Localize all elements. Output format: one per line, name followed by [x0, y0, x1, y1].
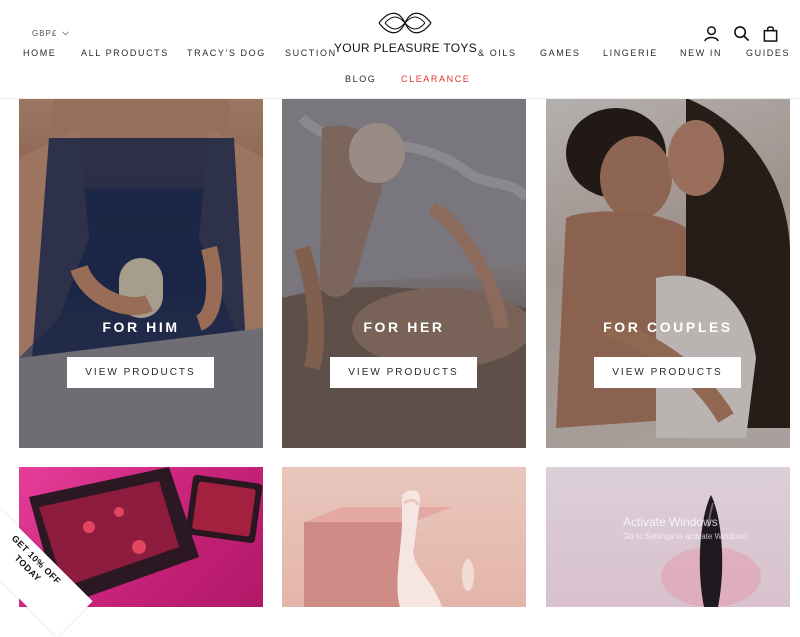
- category-tile-for-couples[interactable]: FOR COUPLES VIEW PRODUCTS: [546, 98, 790, 448]
- nav-lingerie[interactable]: LINGERIE: [603, 48, 658, 58]
- nav-guides[interactable]: GUIDES: [746, 48, 790, 58]
- main-nav: HOME ALL PRODUCTS TRACY'S DOG SUCTION & …: [0, 48, 800, 62]
- tile-overlay: [546, 98, 790, 448]
- category-tile-toys[interactable]: [282, 467, 526, 607]
- chevron-down-icon: [62, 31, 70, 36]
- nav-oils[interactable]: & OILS: [478, 48, 517, 58]
- search-icon[interactable]: [733, 25, 750, 42]
- category-tile-bullets[interactable]: Activate Windows Go to Settings to activ…: [546, 467, 790, 607]
- tile-title: FOR COUPLES: [603, 319, 733, 335]
- nav-tracys-dog[interactable]: TRACY'S DOG: [187, 48, 266, 58]
- tile-overlay: [282, 98, 526, 448]
- tile-title: FOR HER: [363, 319, 445, 335]
- currency-selector[interactable]: GBP£: [32, 29, 70, 38]
- nav-new-in[interactable]: NEW IN: [680, 48, 722, 58]
- logo-mark-icon: [378, 12, 432, 34]
- nav-all-products[interactable]: ALL PRODUCTS: [81, 48, 169, 58]
- nav-games[interactable]: GAMES: [540, 48, 581, 58]
- view-products-button[interactable]: VIEW PRODUCTS: [67, 357, 214, 388]
- header-actions: [703, 25, 788, 45]
- nav-blog[interactable]: BLOG: [345, 74, 376, 84]
- tile-image-toys: [304, 490, 474, 607]
- nav-home[interactable]: HOME: [23, 48, 56, 58]
- secondary-nav: BLOG CLEARANCE: [0, 74, 800, 88]
- site-header: GBP£ YOUR PLEASURE TOYS HOME ALL PRODUCT…: [0, 0, 800, 99]
- activate-windows-subtitle: Go to Settings to activate Windows.: [623, 532, 750, 541]
- nav-clearance[interactable]: CLEARANCE: [401, 74, 470, 84]
- category-tile-for-her[interactable]: FOR HER VIEW PRODUCTS: [282, 98, 526, 448]
- account-icon[interactable]: [703, 25, 720, 42]
- view-products-button[interactable]: VIEW PRODUCTS: [594, 357, 741, 388]
- category-tile-for-him[interactable]: FOR HIM VIEW PRODUCTS: [19, 98, 263, 448]
- tile-title: FOR HIM: [102, 319, 180, 335]
- activate-windows-title: Activate Windows: [623, 515, 718, 529]
- currency-label: GBP£: [32, 29, 58, 38]
- view-products-button[interactable]: VIEW PRODUCTS: [330, 357, 477, 388]
- nav-suction[interactable]: SUCTION: [285, 48, 337, 58]
- cart-icon[interactable]: [762, 25, 779, 42]
- tile-overlay: [19, 98, 263, 448]
